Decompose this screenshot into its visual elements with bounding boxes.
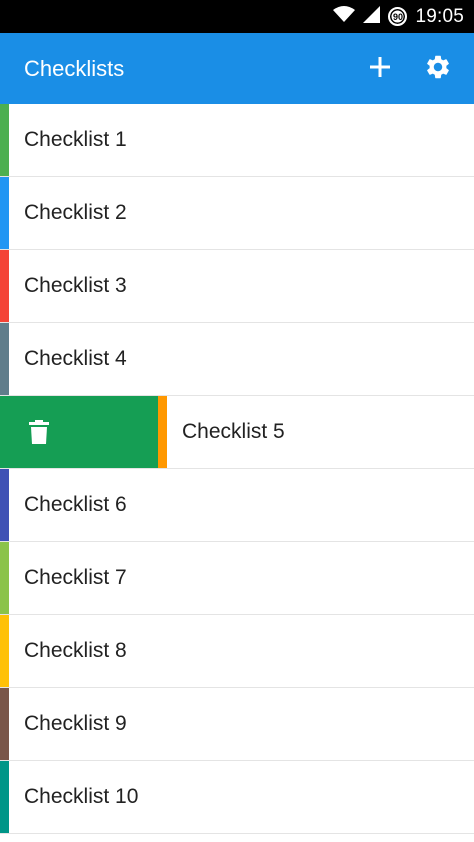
- cell-signal-icon: [363, 5, 381, 28]
- delete-checklist-button[interactable]: [0, 396, 158, 468]
- checklist-color-stripe: [0, 469, 9, 541]
- checklist-list: Checklist 1 Checklist 2 Checklist 3 Checkli…: [0, 104, 474, 834]
- checklist-color-stripe: [0, 761, 9, 833]
- checklist-label: Checklist 9: [24, 712, 127, 735]
- checklist-label: Checklist 6: [24, 493, 127, 516]
- plus-icon: [369, 56, 391, 83]
- checklist-color-stripe: [0, 177, 9, 249]
- checklist-color-stripe: [0, 542, 9, 614]
- checklist-color-stripe: [158, 396, 167, 468]
- checklist-label: Checklist 1: [24, 128, 127, 151]
- checklist-row[interactable]: Checklist 1: [0, 104, 474, 177]
- settings-button[interactable]: [420, 51, 456, 87]
- status-time: 19:05: [415, 5, 464, 27]
- checklist-color-stripe: [0, 104, 9, 176]
- add-checklist-button[interactable]: [362, 51, 398, 87]
- status-icons: 90 19:05: [333, 0, 464, 33]
- checklist-label: Checklist 8: [24, 639, 127, 662]
- checklist-label: Checklist 10: [24, 785, 139, 808]
- app-title: Checklists: [24, 56, 125, 81]
- checklist-row[interactable]: Checklist 5: [0, 396, 474, 469]
- wifi-icon: [333, 5, 356, 28]
- checklist-label: Checklist 5: [182, 420, 285, 443]
- checklist-label: Checklist 7: [24, 566, 127, 589]
- checklist-color-stripe: [0, 615, 9, 687]
- trash-icon: [26, 418, 52, 446]
- checklist-row[interactable]: Checklist 4: [0, 323, 474, 396]
- checklist-label: Checklist 3: [24, 274, 127, 297]
- checklist-row[interactable]: Checklist 8: [0, 615, 474, 688]
- checklist-color-stripe: [0, 323, 9, 395]
- app-bar: Checklists: [0, 33, 474, 104]
- checklist-row[interactable]: Checklist 7: [0, 542, 474, 615]
- checklist-row[interactable]: Checklist 10: [0, 761, 474, 834]
- checklist-row[interactable]: Checklist 9: [0, 688, 474, 761]
- checklist-label: Checklist 2: [24, 201, 127, 224]
- checklist-row[interactable]: Checklist 3: [0, 250, 474, 323]
- checklist-color-stripe: [0, 688, 9, 760]
- battery-icon: 90: [388, 7, 408, 26]
- gear-icon: [424, 53, 452, 86]
- checklist-row[interactable]: Checklist 6: [0, 469, 474, 542]
- checklist-row[interactable]: Checklist 2: [0, 177, 474, 250]
- status-bar: 90 19:05: [0, 0, 474, 33]
- checklist-color-stripe: [0, 250, 9, 322]
- checklist-label: Checklist 4: [24, 347, 127, 370]
